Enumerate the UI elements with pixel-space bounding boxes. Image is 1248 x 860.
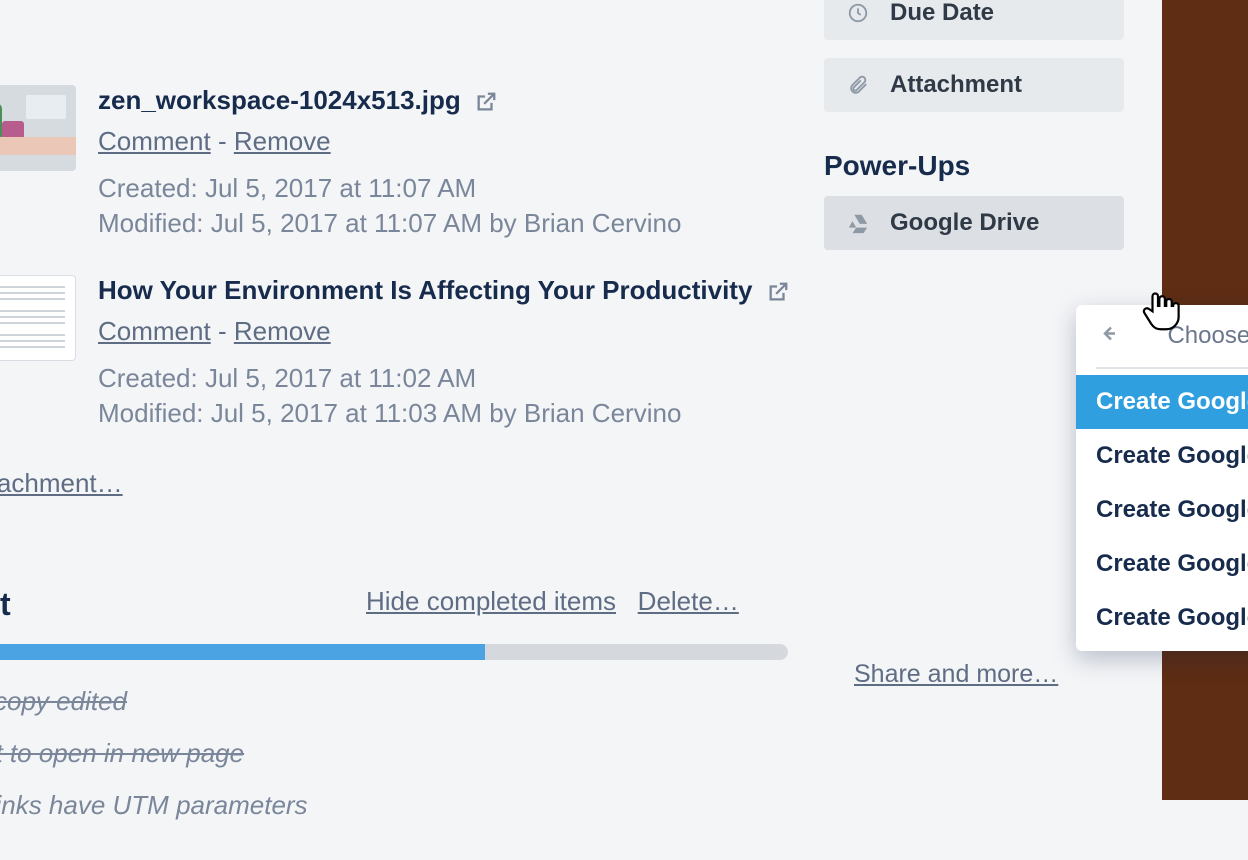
attachment-remove-link[interactable]: Remove xyxy=(234,126,331,156)
attachment-modified: Modified: Jul 5, 2017 at 11:07 AM by Bri… xyxy=(98,206,681,241)
checklist-actions: Hide completed items Delete… xyxy=(366,586,739,617)
due-date-label: Due Date xyxy=(890,0,994,27)
attachment-button[interactable]: Attachment xyxy=(824,58,1124,112)
clock-icon xyxy=(844,2,872,24)
due-date-button[interactable]: Due Date xyxy=(824,0,1124,40)
card-back: ents zen_workspace-1024x513.jpg Comment … xyxy=(0,0,1162,860)
attachment-item: How Your Environment Is Affecting Your P… xyxy=(0,275,789,431)
attachment-title[interactable]: How Your Environment Is Affecting Your P… xyxy=(98,275,752,306)
google-drive-icon xyxy=(844,212,872,234)
attachments-heading: ents xyxy=(0,0,66,1)
attachment-item: zen_workspace-1024x513.jpg Comment - Rem… xyxy=(0,85,681,241)
hide-completed-link[interactable]: Hide completed items xyxy=(366,586,616,616)
google-drive-button[interactable]: Google Drive xyxy=(824,196,1124,250)
separator: - xyxy=(218,316,234,346)
attachment-created: Created: Jul 5, 2017 at 11:07 AM xyxy=(98,171,681,206)
delete-checklist-link[interactable]: Delete… xyxy=(638,586,739,616)
menu-item-google-drawing[interactable]: Create Google Drawing xyxy=(1076,429,1248,483)
menu-item-google-document[interactable]: Create Google Document xyxy=(1076,375,1248,429)
attachment-created: Created: Jul 5, 2017 at 11:02 AM xyxy=(98,361,789,396)
attachment-modified: Modified: Jul 5, 2017 at 11:03 AM by Bri… xyxy=(98,396,789,431)
checklist-item[interactable]: set to open in new page xyxy=(0,738,244,769)
attachment-thumbnail[interactable] xyxy=(0,85,76,171)
share-and-more-link[interactable]: Share and more… xyxy=(854,660,1058,689)
menu-item-google-folder[interactable]: Create Google Folder xyxy=(1076,591,1248,645)
checklist-item[interactable]: d links have UTM parameters xyxy=(0,790,308,821)
paperclip-icon xyxy=(844,74,872,96)
attachment-comment-link[interactable]: Comment xyxy=(98,126,211,156)
checklist-item[interactable]: is copy edited xyxy=(0,686,127,717)
menu-item-google-slides[interactable]: Create Google Slides xyxy=(1076,483,1248,537)
popover-title: Choose Document Type xyxy=(1167,322,1248,350)
external-link-icon[interactable] xyxy=(767,281,789,308)
checklist-progress xyxy=(0,644,788,660)
attachment-comment-link[interactable]: Comment xyxy=(98,316,211,346)
checklist-progress-fill xyxy=(0,644,485,660)
attachment-remove-link[interactable]: Remove xyxy=(234,316,331,346)
menu-item-google-sheets[interactable]: Create Google Sheets xyxy=(1076,537,1248,591)
attachment-label: Attachment xyxy=(890,71,1022,99)
attachment-thumbnail[interactable] xyxy=(0,275,76,361)
popover-back-button[interactable] xyxy=(1096,322,1120,351)
google-drive-label: Google Drive xyxy=(890,209,1039,237)
powerups-heading: Power-Ups xyxy=(824,150,970,182)
separator: - xyxy=(218,126,234,156)
add-attachment-link[interactable]: attachment… xyxy=(0,468,123,499)
attachment-title[interactable]: zen_workspace-1024x513.jpg xyxy=(98,85,461,116)
document-type-popover: Choose Document Type Create Google Docum… xyxy=(1076,305,1248,651)
checklist-heading: t xyxy=(0,586,11,623)
external-link-icon[interactable] xyxy=(475,91,497,118)
